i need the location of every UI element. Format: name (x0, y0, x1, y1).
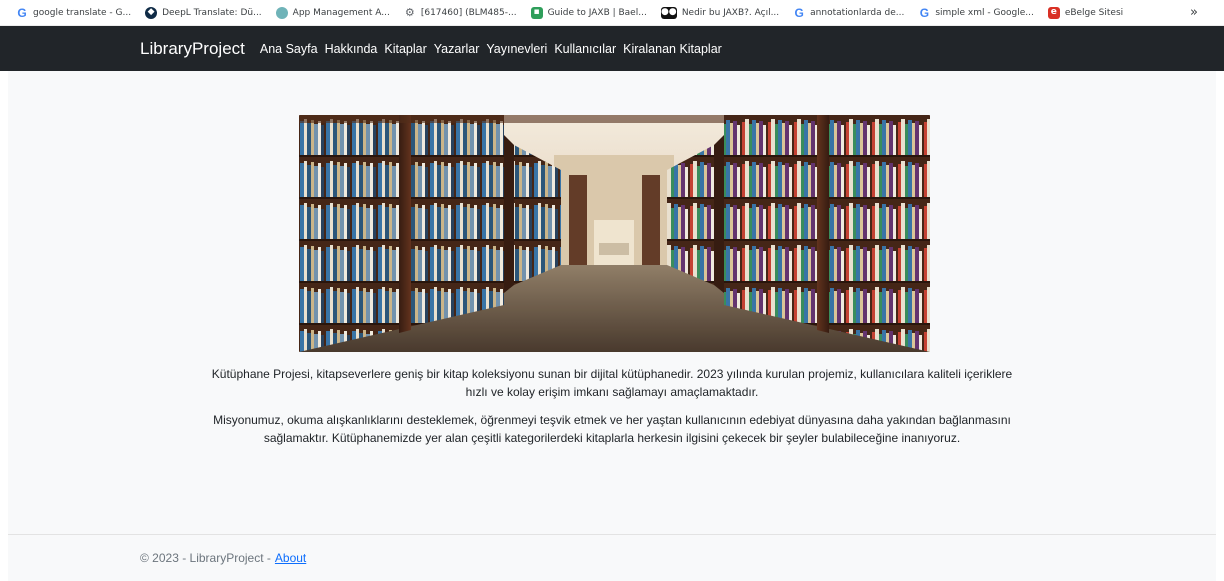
bookmark-label: simple xml - Google... (935, 7, 1034, 18)
app-icon (275, 6, 288, 19)
nav-link-yazarlar[interactable]: Yazarlar (434, 42, 480, 56)
bookmark-item[interactable]: ●● Nedir bu JAXB?. Açıl... (660, 6, 780, 19)
nav-link-kullanicilar[interactable]: Kullanıcılar (554, 42, 616, 56)
footer: © 2023 - LibraryProject - About (8, 534, 1216, 581)
bookmark-item[interactable]: ⚙ [617460] (BLM485-... (404, 7, 517, 19)
nav-link-yayinevleri[interactable]: Yayınevleri (486, 42, 547, 56)
library-illustration (299, 115, 930, 352)
bookmark-label: eBelge Sitesi (1064, 7, 1124, 18)
nav-link-kiralanan-kitaplar[interactable]: Kiralanan Kitaplar (623, 42, 722, 56)
bookmarks-overflow-icon[interactable]: » (1190, 5, 1198, 20)
nav-link-ana-sayfa[interactable]: Ana Sayfa (260, 42, 318, 56)
gear-icon: ⚙ (404, 6, 415, 19)
google-icon: G (919, 5, 930, 20)
bookmark-label: annotationlarda de... (810, 7, 905, 18)
bookmark-label: [617460] (BLM485-... (420, 7, 517, 18)
footer-about-link[interactable]: About (275, 551, 306, 565)
medium-icon: ●● (660, 6, 677, 19)
mission-paragraph: Misyonumuz, okuma alışkanlıklarını deste… (213, 413, 1011, 445)
nav-link-hakkinda[interactable]: Hakkında (325, 42, 378, 56)
bookmark-item[interactable]: App Management A... (275, 6, 390, 19)
about-text: Kütüphane Projesi, kitapseverlere geniş … (208, 365, 1016, 457)
bookmark-item[interactable]: ◆ DeepL Translate: Dü... (145, 6, 262, 19)
bookmark-label: DeepL Translate: Dü... (162, 7, 262, 18)
navbar: LibraryProject Ana Sayfa Hakkında Kitapl… (0, 26, 1224, 71)
baeldung-icon: ▪ (530, 6, 543, 19)
bookmarks-bar: Ggoogle translate - G... ◆ DeepL Translat… (0, 0, 1224, 26)
bookmark-label: google translate - G... (33, 7, 132, 18)
bookmark-item[interactable]: e eBelge Sitesi (1047, 6, 1124, 19)
google-icon: G (794, 5, 804, 20)
google-icon: G (17, 5, 27, 20)
bookmark-item[interactable]: Ggoogle translate - G... (16, 7, 131, 19)
bookmark-label: App Management A... (292, 7, 390, 18)
bookmark-item[interactable]: Gannotationlarda de... (793, 7, 904, 19)
deepl-icon: ◆ (145, 6, 158, 19)
bookmark-item[interactable]: ▪ Guide to JAXB | Bael... (530, 6, 647, 19)
nav-link-kitaplar[interactable]: Kitaplar (384, 42, 426, 56)
ebelge-icon: e (1047, 6, 1060, 19)
library-hero-image (299, 115, 930, 352)
main-content: Kütüphane Projesi, kitapseverlere geniş … (8, 71, 1216, 534)
intro-paragraph: Kütüphane Projesi, kitapseverlere geniş … (211, 367, 1013, 399)
navbar-brand[interactable]: LibraryProject (140, 39, 245, 59)
bookmark-label: Nedir bu JAXB?. Açıl... (681, 7, 780, 18)
bookmark-item[interactable]: Gsimple xml - Google... (918, 5, 1034, 20)
footer-copyright: © 2023 - LibraryProject - (140, 551, 271, 565)
bookmark-label: Guide to JAXB | Bael... (547, 7, 647, 18)
